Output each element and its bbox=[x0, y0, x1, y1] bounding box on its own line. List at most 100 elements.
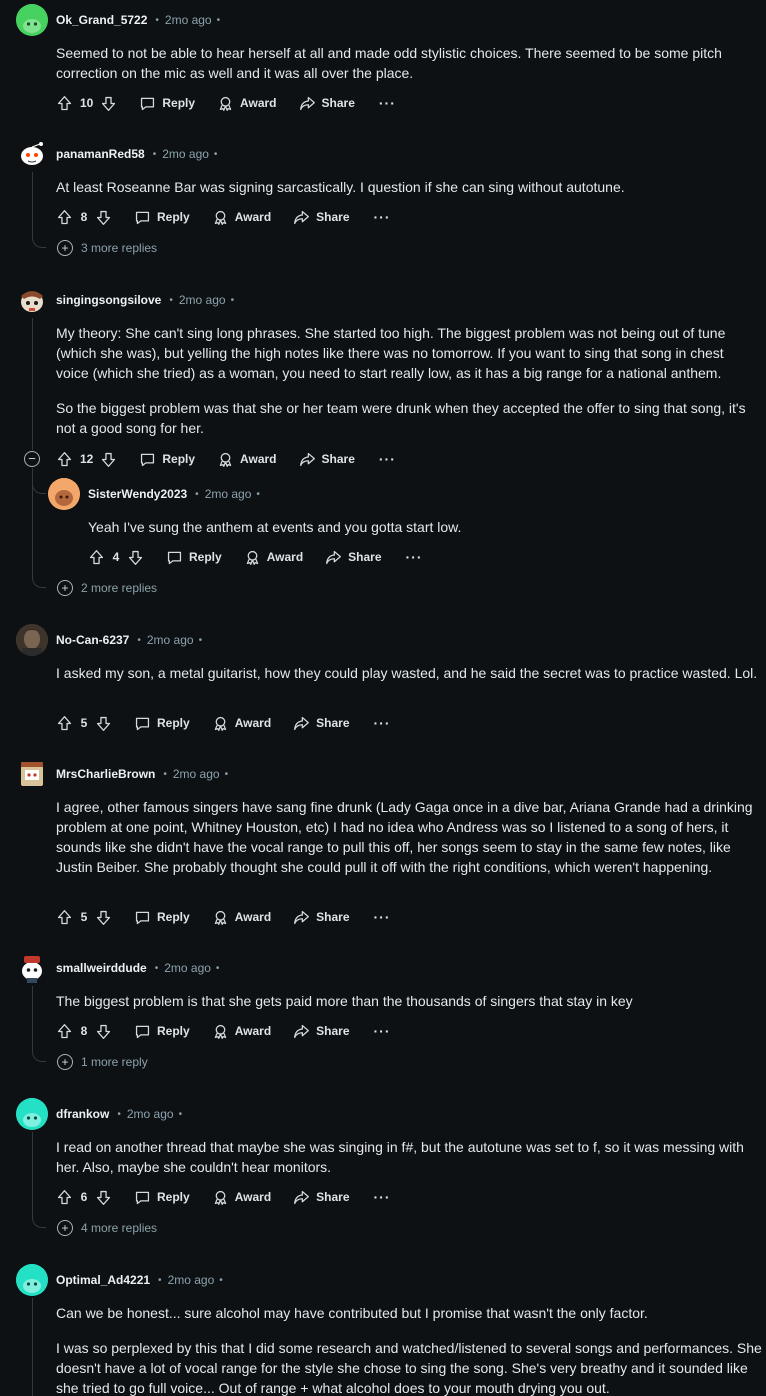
share-button[interactable]: Share bbox=[293, 909, 350, 926]
upvote-icon[interactable] bbox=[56, 909, 73, 926]
downvote-icon[interactable] bbox=[95, 909, 112, 926]
comment-paragraph: Yeah I've sung the anthem at events and … bbox=[88, 519, 462, 535]
downvote-icon[interactable] bbox=[100, 451, 117, 468]
reply-button[interactable]: Reply bbox=[134, 1023, 190, 1040]
share-icon bbox=[294, 210, 310, 224]
thread-line bbox=[32, 318, 33, 450]
more-options-button[interactable]: ··· bbox=[374, 209, 391, 225]
downvote-icon[interactable] bbox=[95, 1189, 112, 1206]
author-name[interactable]: No-Can-6237 bbox=[56, 633, 129, 647]
share-icon bbox=[294, 910, 310, 924]
downvote-icon[interactable] bbox=[95, 715, 112, 732]
vote-count: 12 bbox=[80, 452, 94, 466]
reply-button[interactable]: Reply bbox=[166, 549, 222, 566]
avatar[interactable] bbox=[16, 1264, 48, 1296]
share-button[interactable]: Share bbox=[299, 451, 355, 468]
more-options-button[interactable]: ··· bbox=[379, 451, 396, 467]
more-options-button[interactable]: ··· bbox=[374, 1023, 391, 1039]
downvote-icon[interactable] bbox=[100, 95, 117, 112]
share-button[interactable]: Share bbox=[299, 95, 355, 112]
more-options-button[interactable]: ··· bbox=[374, 715, 391, 731]
upvote-icon[interactable] bbox=[56, 209, 73, 226]
avatar[interactable] bbox=[16, 284, 48, 316]
comment-body: My theory: She can't sing long phrases. … bbox=[56, 323, 760, 438]
reply-button[interactable]: Reply bbox=[134, 715, 190, 732]
award-button[interactable]: Award bbox=[212, 1189, 271, 1206]
avatar[interactable] bbox=[16, 138, 48, 170]
plus-circle-icon: + bbox=[57, 1220, 73, 1236]
award-button[interactable]: Award bbox=[212, 209, 271, 226]
comment-icon bbox=[167, 551, 182, 564]
downvote-icon[interactable] bbox=[127, 549, 144, 566]
author-name[interactable]: smallweirddude bbox=[56, 961, 147, 975]
comment-actions: 8 Reply Award Share ··· bbox=[56, 203, 391, 231]
share-button[interactable]: Share bbox=[293, 1023, 350, 1040]
more-replies-link[interactable]: + 2 more replies bbox=[57, 578, 157, 598]
vote-group: 12 bbox=[56, 451, 117, 468]
upvote-icon[interactable] bbox=[56, 1023, 73, 1040]
timestamp: 2mo ago bbox=[164, 13, 212, 27]
comment-body: At least Roseanne Bar was signing sarcas… bbox=[56, 177, 756, 197]
comment-paragraph: At least Roseanne Bar was signing sarcas… bbox=[56, 179, 625, 195]
collapse-thread-button[interactable]: − bbox=[24, 451, 40, 467]
award-button[interactable]: Award bbox=[244, 549, 303, 566]
author-name[interactable]: SisterWendy2023 bbox=[88, 487, 187, 501]
author-name[interactable]: MrsCharlieBrown bbox=[56, 767, 155, 781]
vote-group: 8 bbox=[56, 1023, 112, 1040]
downvote-icon[interactable] bbox=[95, 1023, 112, 1040]
upvote-icon[interactable] bbox=[56, 715, 73, 732]
thread-line bbox=[32, 172, 33, 236]
upvote-icon[interactable] bbox=[56, 95, 73, 112]
comment-actions: 5 Reply Award Share ··· bbox=[56, 709, 391, 737]
timestamp: 2mo ago bbox=[172, 767, 220, 781]
avatar[interactable] bbox=[16, 1098, 48, 1130]
award-button[interactable]: Award bbox=[212, 909, 271, 926]
comment-body: I read on another thread that maybe she … bbox=[56, 1137, 756, 1177]
timestamp: 2mo ago bbox=[164, 961, 211, 975]
vote-group: 5 bbox=[56, 715, 112, 732]
timestamp: 2mo ago bbox=[178, 293, 226, 307]
share-button[interactable]: Share bbox=[293, 1189, 350, 1206]
award-button[interactable]: Award bbox=[217, 451, 277, 468]
downvote-icon[interactable] bbox=[95, 209, 112, 226]
avatar[interactable] bbox=[48, 478, 80, 510]
share-button[interactable]: Share bbox=[293, 715, 350, 732]
avatar[interactable] bbox=[16, 758, 48, 790]
upvote-icon[interactable] bbox=[88, 549, 105, 566]
more-options-button[interactable]: ··· bbox=[406, 549, 423, 565]
author-name[interactable]: panamanRed58 bbox=[56, 147, 145, 161]
avatar[interactable] bbox=[16, 952, 48, 984]
author-name[interactable]: dfrankow bbox=[56, 1107, 109, 1121]
comment-paragraph: So the biggest problem was that she or h… bbox=[56, 400, 746, 436]
author-name[interactable]: singingsongsilove bbox=[56, 293, 161, 307]
more-replies-link[interactable]: + 4 more replies bbox=[57, 1218, 157, 1238]
upvote-icon[interactable] bbox=[56, 1189, 73, 1206]
award-button[interactable]: Award bbox=[217, 95, 277, 112]
share-icon bbox=[294, 1190, 310, 1204]
avatar[interactable] bbox=[16, 624, 48, 656]
award-button[interactable]: Award bbox=[212, 715, 271, 732]
share-button[interactable]: Share bbox=[325, 549, 382, 566]
share-button[interactable]: Share bbox=[293, 209, 350, 226]
more-options-button[interactable]: ··· bbox=[374, 909, 391, 925]
thread-line bbox=[32, 1298, 33, 1396]
vote-count: 5 bbox=[80, 910, 88, 924]
more-options-button[interactable]: ··· bbox=[374, 1189, 391, 1205]
reply-button[interactable]: Reply bbox=[139, 451, 195, 468]
upvote-icon[interactable] bbox=[56, 451, 73, 468]
plus-circle-icon: + bbox=[57, 580, 73, 596]
award-button[interactable]: Award bbox=[212, 1023, 271, 1040]
more-replies-link[interactable]: + 3 more replies bbox=[57, 238, 157, 258]
reply-button[interactable]: Reply bbox=[139, 95, 195, 112]
more-replies-link[interactable]: + 1 more reply bbox=[57, 1052, 148, 1072]
author-name[interactable]: Ok_Grand_5722 bbox=[56, 13, 147, 27]
comment-icon bbox=[135, 911, 150, 924]
share-icon bbox=[299, 452, 315, 466]
avatar[interactable] bbox=[16, 4, 48, 36]
reply-button[interactable]: Reply bbox=[134, 909, 190, 926]
reply-button[interactable]: Reply bbox=[134, 1189, 190, 1206]
more-options-button[interactable]: ··· bbox=[379, 95, 396, 111]
reply-button[interactable]: Reply bbox=[134, 209, 190, 226]
share-icon bbox=[326, 550, 342, 564]
author-name[interactable]: Optimal_Ad4221 bbox=[56, 1273, 150, 1287]
